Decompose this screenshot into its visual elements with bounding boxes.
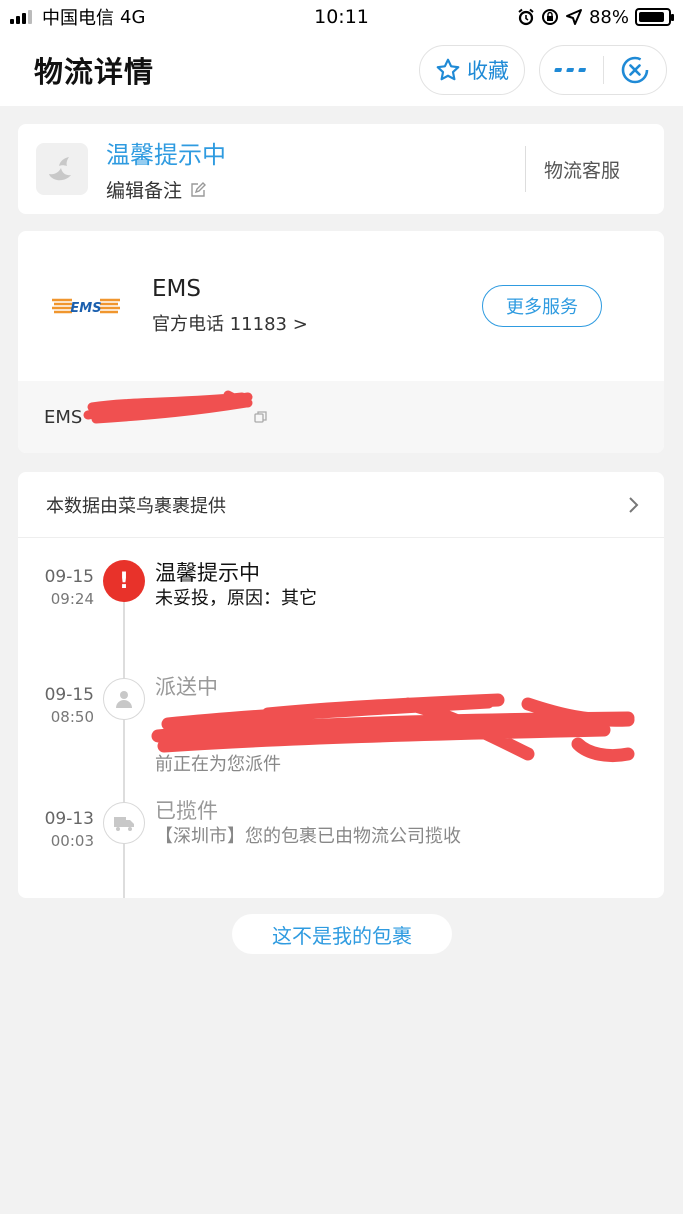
rotation-lock-icon <box>541 9 558 25</box>
status-bar-left: 中国电信 4G <box>10 4 145 30</box>
status-bar: 中国电信 4G 10:11 88% <box>0 0 683 34</box>
timeline-line <box>123 578 125 898</box>
alert-icon: ! <box>103 560 145 602</box>
event-datetime: 09-13 00:03 <box>18 808 94 852</box>
chevron-right-icon <box>629 496 639 513</box>
carrier-label: 中国电信 <box>42 8 114 29</box>
event-time: 09:24 <box>50 590 94 608</box>
notice-text: 温馨提示中 编辑备注 <box>106 135 525 203</box>
courier-details: EMS 官方电话 11183 > <box>152 276 482 336</box>
navbar: 物流详情 收藏 <box>0 34 683 106</box>
notice-divider <box>524 146 526 192</box>
notice-title: 温馨提示中 <box>106 141 226 169</box>
star-icon <box>436 58 460 81</box>
package-thumbnail <box>36 143 88 195</box>
nav-actions: 收藏 <box>419 45 667 95</box>
event-title: 已揽件 <box>155 799 218 823</box>
tracking-card: 本数据由菜鸟裹裹提供 09-15 09:24 ! 温馨提示中 未妥投，原因：其它… <box>18 472 664 898</box>
miniapp-capsule <box>539 45 667 95</box>
tracking-timeline: 09-15 09:24 ! 温馨提示中 未妥投，原因：其它 09-15 08:5… <box>18 538 664 898</box>
notice-card: 温馨提示中 编辑备注 物流客服 <box>18 124 664 214</box>
data-source-label: 本数据由菜鸟裹裹提供 <box>46 495 226 517</box>
edit-icon <box>191 181 207 197</box>
event-title: 温馨提示中 <box>155 561 260 585</box>
favorite-label: 收藏 <box>467 59 509 83</box>
event-time: 00:03 <box>50 832 94 850</box>
event-body: 温馨提示中 未妥投，原因：其它 <box>155 560 635 612</box>
network-label: 4G <box>120 6 146 28</box>
close-miniapp-button[interactable] <box>604 46 667 94</box>
courier-info-row: EMS EMS 官方电话 11183 > 更多服务 <box>18 231 664 381</box>
favorite-button[interactable]: 收藏 <box>419 45 525 95</box>
event-description: 未妥投，原因：其它 <box>155 588 317 609</box>
battery-icon <box>635 8 674 26</box>
tracking-number: EMS <box>44 406 83 428</box>
event-body: 已揽件 【深圳市】您的包裹已由物流公司揽收 <box>155 798 635 850</box>
svg-text:EMS: EMS <box>70 301 101 316</box>
battery-percent: 88% <box>588 6 629 28</box>
more-options-button[interactable] <box>540 46 603 94</box>
tracking-number-row: EMS <box>18 381 664 453</box>
courier-card: EMS EMS 官方电话 11183 > 更多服务 EMS <box>18 231 664 453</box>
close-circle-icon <box>621 56 649 84</box>
redaction-scribble <box>83 390 253 424</box>
courier-phone-link[interactable]: 官方电话 11183 > <box>152 310 482 336</box>
page-title: 物流详情 <box>34 55 155 89</box>
alarm-icon <box>518 8 534 26</box>
copy-icon[interactable] <box>254 410 268 424</box>
event-date: 09-15 <box>44 567 94 587</box>
signal-icon <box>10 10 32 24</box>
event-date: 09-15 <box>44 685 94 705</box>
not-my-package-button[interactable]: 这不是我的包裹 <box>232 914 452 954</box>
customer-service-button[interactable]: 物流客服 <box>544 156 620 183</box>
courier-name: EMS <box>152 276 201 302</box>
event-description: 【深圳市】您的包裹已由物流公司揽收 <box>155 826 461 847</box>
location-icon <box>565 9 582 25</box>
edit-note-label: 编辑备注 <box>106 180 183 202</box>
courier-person-icon <box>103 678 145 720</box>
more-services-button[interactable]: 更多服务 <box>482 285 602 327</box>
event-time: 08:50 <box>50 708 94 726</box>
more-icon <box>554 68 587 72</box>
bird-icon <box>49 157 71 181</box>
redaction-scribble <box>151 693 635 763</box>
data-source-row[interactable]: 本数据由菜鸟裹裹提供 <box>18 472 664 538</box>
event-datetime: 09-15 08:50 <box>18 684 94 728</box>
event-date: 09-13 <box>44 809 94 829</box>
status-bar-right: 88% <box>517 6 674 28</box>
edit-note-link[interactable]: 编辑备注 <box>106 176 525 203</box>
truck-icon <box>103 802 145 844</box>
event-datetime: 09-15 09:24 <box>18 566 94 610</box>
ems-logo-icon: EMS <box>52 298 120 316</box>
